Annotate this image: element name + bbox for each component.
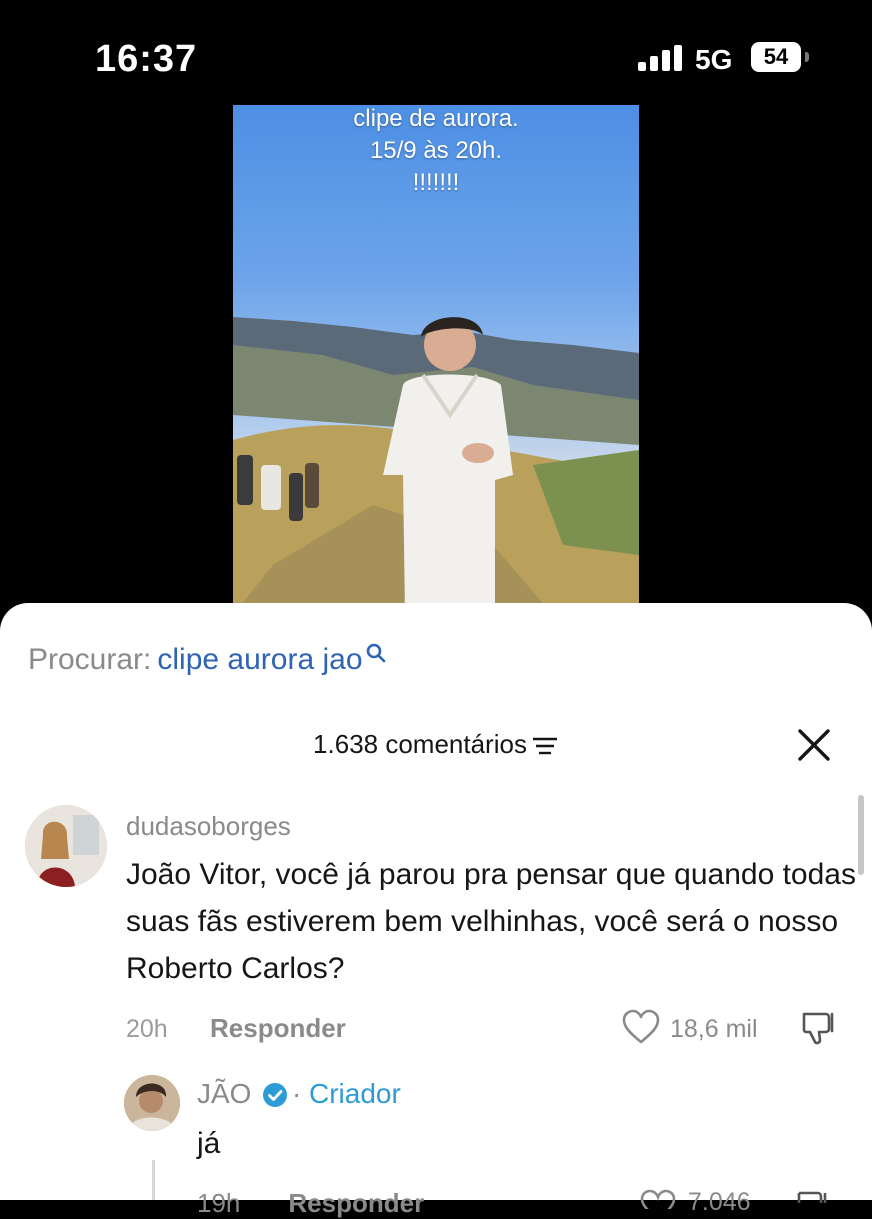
reply-reply-button[interactable]: Responder — [288, 1188, 424, 1218]
dislike-icon[interactable] — [800, 1009, 838, 1047]
signal-icon — [638, 45, 682, 71]
verified-badge-icon — [263, 1083, 287, 1107]
reply-text: já — [197, 1127, 221, 1160]
status-bar: 16:37 5G 54 — [0, 0, 872, 110]
status-time: 16:37 — [95, 38, 198, 80]
reply-time: 19h — [197, 1188, 241, 1218]
battery-icon: 54 — [751, 42, 801, 72]
video-caption-line: 15/9 às 20h. — [369, 137, 503, 164]
comment-count: 1.638 comentários — [313, 729, 527, 759]
battery-tip — [805, 52, 809, 62]
like-count: 18,6 mil — [670, 1015, 758, 1043]
reply-like-count: 7.046 — [688, 1188, 751, 1216]
reply-button[interactable]: Responder — [210, 1013, 346, 1044]
scrollbar[interactable] — [858, 795, 864, 875]
heart-icon[interactable] — [622, 1009, 660, 1045]
close-icon[interactable] — [796, 727, 832, 763]
reply-heart-icon[interactable] — [640, 1189, 676, 1209]
comment-time: 20h — [126, 1015, 168, 1043]
video-caption: clipe de aurora. 15/9 às 20h. !!!!!!! — [233, 105, 639, 199]
reply-meta: 19h Responder — [197, 1188, 424, 1219]
search-icon[interactable] — [366, 643, 386, 665]
search-suggestion[interactable]: Procurar: clipe aurora jao — [28, 643, 386, 677]
creator-badge: Criador — [309, 1078, 401, 1109]
video-player[interactable]: clipe de aurora. 15/9 às 20h. !!!!!!! — [233, 105, 639, 615]
avatar[interactable] — [124, 1075, 180, 1131]
reply-dislike-icon[interactable] — [796, 1189, 830, 1203]
comments-header: 1.638 comentários — [0, 729, 872, 760]
comment-username[interactable]: dudasoborges — [126, 811, 291, 842]
video-caption-line: clipe de aurora. — [353, 105, 519, 132]
search-prefix: Procurar: — [28, 643, 152, 676]
video-caption-line: !!!!!!! — [412, 169, 460, 196]
thread-line — [152, 1160, 155, 1200]
separator-dot: · — [292, 1078, 302, 1109]
search-query[interactable]: clipe aurora jao — [157, 643, 362, 676]
video-scene — [233, 317, 639, 615]
network-type: 5G — [695, 44, 733, 75]
avatar[interactable] — [25, 805, 107, 887]
comment-text: João Vitor, você já parou pra pensar que… — [126, 858, 856, 985]
filter-icon[interactable] — [531, 736, 559, 756]
comments-sheet: Procurar: clipe aurora jao 1.638 comentár… — [0, 603, 872, 1218]
reply-username[interactable]: JÃO — [197, 1078, 251, 1110]
